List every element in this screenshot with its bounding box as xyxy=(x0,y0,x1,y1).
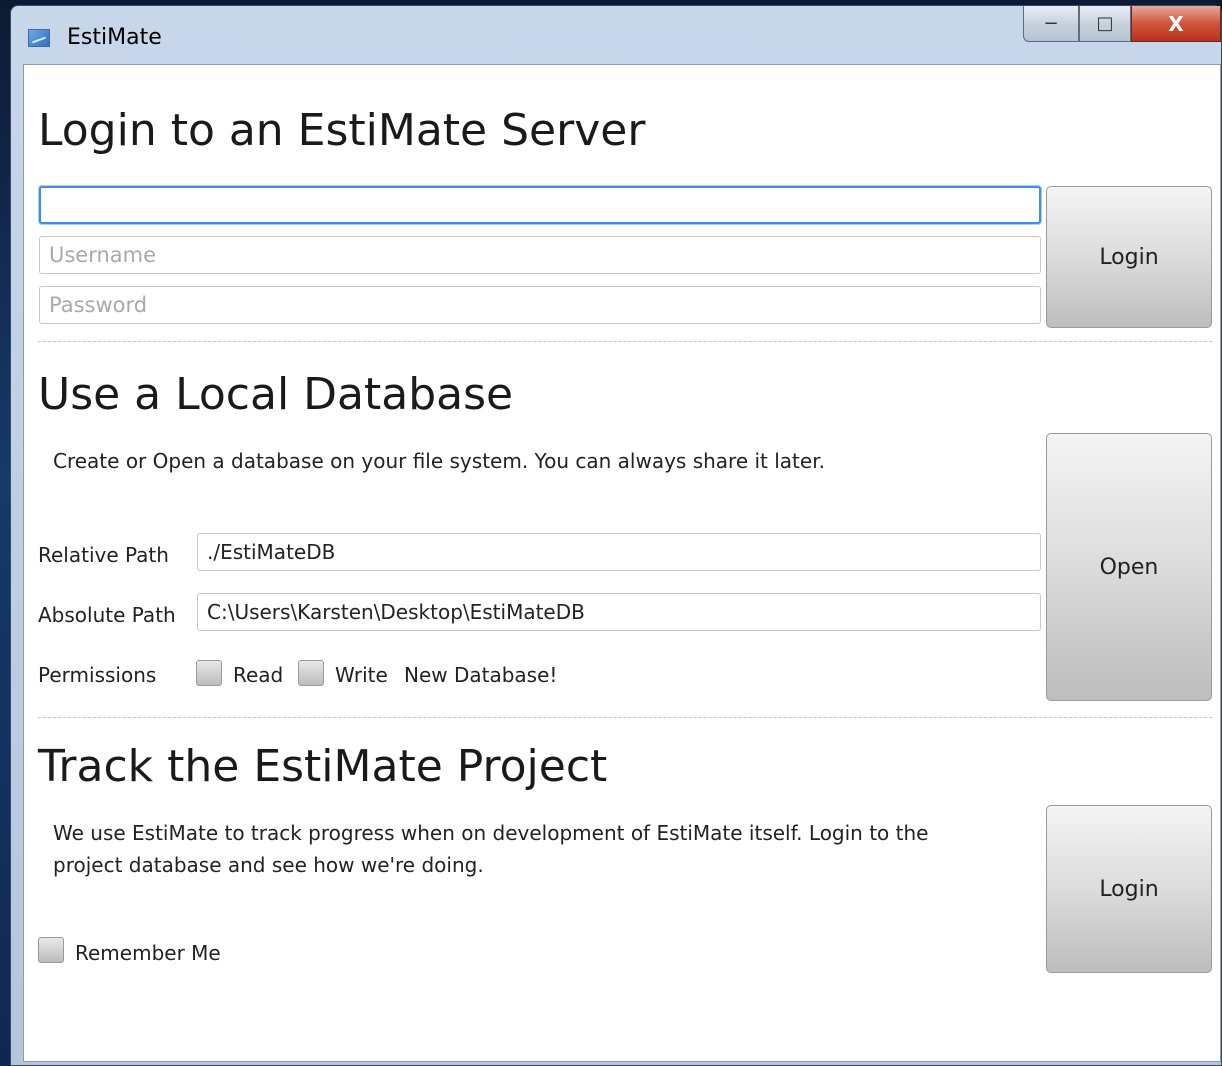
absolute-path-label: Absolute Path xyxy=(38,603,176,627)
client-area: Login to an EstiMate Server Login Use a … xyxy=(23,64,1221,1062)
username-input[interactable] xyxy=(39,236,1041,274)
database-status: New Database! xyxy=(404,663,558,687)
read-label: Read xyxy=(233,663,284,687)
project-login-button[interactable]: Login xyxy=(1046,805,1212,973)
local-heading: Use a Local Database xyxy=(38,369,514,420)
minimize-icon: − xyxy=(1043,13,1059,34)
relative-path-input[interactable] xyxy=(197,533,1041,571)
project-heading: Track the EstiMate Project xyxy=(38,741,608,792)
estimate-window: EstiMate − □ X Login to an EstiMate Serv… xyxy=(10,5,1222,1066)
write-checkbox[interactable] xyxy=(298,660,324,686)
local-description: Create or Open a database on your file s… xyxy=(53,449,825,473)
minimize-button[interactable]: − xyxy=(1023,6,1079,42)
absolute-path-input[interactable] xyxy=(197,593,1041,631)
permissions-label: Permissions xyxy=(38,663,157,687)
caption-buttons: − □ X xyxy=(1023,6,1221,44)
title-bar[interactable]: EstiMate − □ X xyxy=(11,6,1221,64)
server-login-button[interactable]: Login xyxy=(1046,186,1212,328)
project-description-line1: We use EstiMate to track progress when o… xyxy=(53,821,929,845)
read-checkbox[interactable] xyxy=(196,660,222,686)
maximize-button[interactable]: □ xyxy=(1079,6,1131,42)
server-heading: Login to an EstiMate Server xyxy=(38,105,646,156)
app-icon xyxy=(28,29,50,47)
remember-me-checkbox[interactable] xyxy=(38,937,64,963)
close-icon: X xyxy=(1168,11,1184,36)
separator-2 xyxy=(38,717,1212,718)
relative-path-label: Relative Path xyxy=(38,543,169,567)
maximize-icon: □ xyxy=(1096,13,1114,34)
window-title: EstiMate xyxy=(67,25,162,50)
close-button[interactable]: X xyxy=(1131,6,1221,42)
project-description-line2: project database and see how we're doing… xyxy=(53,853,484,877)
open-database-button[interactable]: Open xyxy=(1046,433,1212,701)
separator-1 xyxy=(38,341,1212,342)
server-address-input[interactable] xyxy=(39,186,1041,224)
password-input[interactable] xyxy=(39,286,1041,324)
write-label: Write xyxy=(335,663,388,687)
remember-me-label: Remember Me xyxy=(75,941,221,965)
